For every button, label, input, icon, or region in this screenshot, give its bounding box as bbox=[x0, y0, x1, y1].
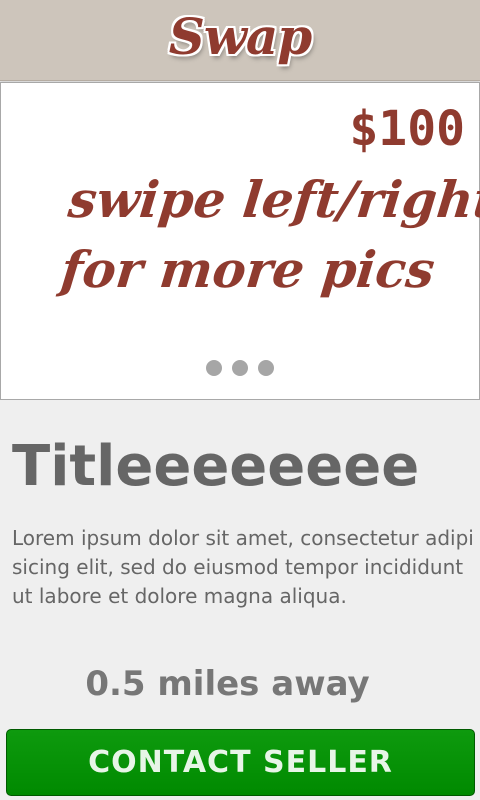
page-dot-3[interactable] bbox=[258, 360, 274, 376]
app-screen: Swap $100 swipe left/right for more pics… bbox=[0, 0, 480, 800]
price-label: $100 bbox=[349, 101, 465, 157]
app-header: Swap bbox=[0, 0, 480, 81]
photo-gallery[interactable]: $100 swipe left/right for more pics bbox=[0, 82, 480, 400]
page-dot-2[interactable] bbox=[232, 360, 248, 376]
listing-distance: 0.5 miles away bbox=[85, 664, 370, 704]
listing-description: Lorem ipsum dolor sit amet, consectetur … bbox=[12, 526, 474, 608]
swipe-hint-line-1: swipe left/right bbox=[65, 170, 480, 229]
contact-seller-button[interactable]: CONTACT SELLER bbox=[6, 729, 475, 796]
swipe-hint-line-2: for more pics bbox=[58, 240, 438, 299]
listing-title: Titleeeeeeee bbox=[12, 434, 420, 499]
app-logo: Swap bbox=[168, 7, 313, 66]
swipe-hint: swipe left/right for more pics bbox=[58, 165, 480, 305]
gallery-page-indicator bbox=[1, 360, 479, 378]
page-dot-1[interactable] bbox=[206, 360, 222, 376]
